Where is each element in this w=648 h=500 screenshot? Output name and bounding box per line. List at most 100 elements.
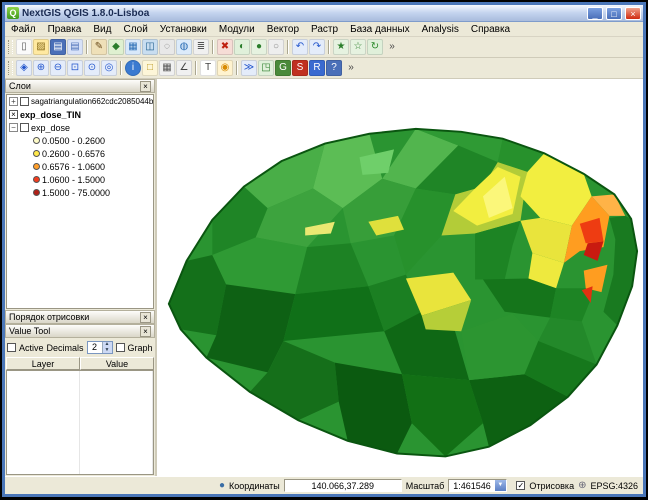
toolbar-handle[interactable] xyxy=(8,40,13,54)
map-canvas[interactable] xyxy=(157,79,643,476)
toolbar-handle[interactable] xyxy=(8,61,13,75)
legend-item[interactable]: 1.5000 - 75.0000 xyxy=(7,186,153,199)
layers-tree[interactable]: + sagatriangulation662cdc2085044b35... ×… xyxy=(6,94,154,309)
zoom-to-layer-button[interactable]: ⊙ xyxy=(84,60,100,76)
grass-toolbox-button[interactable]: G xyxy=(275,60,291,76)
open-project-button[interactable]: ▨ xyxy=(33,39,49,55)
menu-item-5[interactable]: Модули xyxy=(213,24,261,35)
close-icon[interactable]: × xyxy=(140,326,151,337)
value-column-header[interactable]: Value xyxy=(80,357,154,370)
measure-line-button[interactable]: ∠ xyxy=(176,60,192,76)
zoom-actual-size-button[interactable]: ◎ xyxy=(101,60,117,76)
menu-item-1[interactable]: Правка xyxy=(42,24,88,35)
legend-item[interactable]: 0.6576 - 1.0600 xyxy=(7,160,153,173)
save-project-as-button[interactable]: ▤ xyxy=(67,39,83,55)
saga-toolbox-icon: S xyxy=(297,63,304,73)
save-project-as-icon: ▤ xyxy=(70,42,79,52)
close-icon[interactable]: × xyxy=(140,312,151,323)
menu-item-4[interactable]: Установки xyxy=(154,24,213,35)
zoom-in-button[interactable]: ⊕ xyxy=(33,60,49,76)
overview-map-button[interactable]: ◐ xyxy=(234,39,250,55)
help-contents-icon: ? xyxy=(331,63,337,73)
titlebar[interactable]: Q NextGIS QGIS 1.8.0-Lisboa _ □ × xyxy=(5,5,643,22)
spinner-buttons[interactable]: ▲▼ xyxy=(102,342,112,353)
menu-item-9[interactable]: Analysis xyxy=(416,24,465,35)
graph-checkbox[interactable] xyxy=(116,343,125,352)
expander-icon[interactable]: − xyxy=(9,123,18,132)
mouse-position-icon[interactable]: ● xyxy=(219,481,225,491)
layer-item-sagatriangulation[interactable]: + sagatriangulation662cdc2085044b35... xyxy=(7,95,153,108)
layer-item-exp-dose[interactable]: − exp_dose xyxy=(7,121,153,134)
plugin-manager-button[interactable]: ◳ xyxy=(258,60,274,76)
add-postgis-layer-button[interactable]: ◫ xyxy=(142,39,158,55)
pan-map-button[interactable]: ◈ xyxy=(16,60,32,76)
zoom-to-layer-icon: ⊙ xyxy=(88,63,96,73)
layers-panel-title: Слои xyxy=(9,81,138,91)
add-vector-layer-icon: ◆ xyxy=(112,42,120,52)
menu-item-10[interactable]: Справка xyxy=(465,24,516,35)
identify-features-button[interactable]: i xyxy=(125,60,141,76)
python-console-button[interactable]: ≫ xyxy=(241,60,257,76)
toolbar-overflow-button[interactable]: » xyxy=(343,60,359,76)
add-spatialite-layer-icon: ◌ xyxy=(164,42,170,52)
expander-icon[interactable]: + xyxy=(9,97,18,106)
layer-checkbox[interactable] xyxy=(20,97,29,106)
minimize-button[interactable]: _ xyxy=(587,7,603,20)
chevron-down-icon[interactable]: ▼ xyxy=(495,480,506,491)
saga-toolbox-button[interactable]: S xyxy=(292,60,308,76)
zoom-actual-size-icon: ◎ xyxy=(105,63,114,73)
show-all-layers-button[interactable]: ● xyxy=(251,39,267,55)
menu-item-6[interactable]: Вектор xyxy=(261,24,305,35)
render-checkbox[interactable]: ✓ xyxy=(516,481,525,490)
menu-item-3[interactable]: Слой xyxy=(117,24,153,35)
zoom-out-button[interactable]: ⊖ xyxy=(50,60,66,76)
menu-item-0[interactable]: Файл xyxy=(5,24,42,35)
legend-item[interactable]: 0.2600 - 0.6576 xyxy=(7,147,153,160)
menu-item-2[interactable]: Вид xyxy=(87,24,117,35)
zoom-previous-button[interactable]: ↶ xyxy=(292,39,308,55)
toolbar-overflow-button[interactable]: » xyxy=(384,39,400,55)
maximize-button[interactable]: □ xyxy=(606,7,622,20)
statusbar: ● Координаты 140.066,37.289 Масштаб 1:46… xyxy=(5,476,643,494)
open-attribute-table-button[interactable]: ▦ xyxy=(159,60,175,76)
zoom-full-button[interactable]: ⊡ xyxy=(67,60,83,76)
add-delimited-text-layer-button[interactable]: ≣ xyxy=(193,39,209,55)
scale-combo[interactable]: 1:461546 ▼ xyxy=(448,479,507,492)
crs-icon[interactable]: ⊕ xyxy=(578,481,586,491)
new-bookmark-button[interactable]: ★ xyxy=(333,39,349,55)
new-project-button[interactable]: ▯ xyxy=(16,39,32,55)
scale-label: Масштаб xyxy=(406,481,445,491)
layer-item-exp-dose-tin[interactable]: × exp_dose_TIN xyxy=(7,108,153,121)
close-button[interactable]: × xyxy=(625,7,641,20)
spin-down-icon[interactable]: ▼ xyxy=(103,348,112,354)
toolbar-separator xyxy=(86,40,88,54)
save-project-button[interactable]: ▤ xyxy=(50,39,66,55)
add-vector-layer-button[interactable]: ◆ xyxy=(108,39,124,55)
show-bookmarks-button[interactable]: ☆ xyxy=(350,39,366,55)
close-icon[interactable]: × xyxy=(140,81,151,92)
zoom-next-button[interactable]: ↷ xyxy=(309,39,325,55)
decimals-spinner[interactable]: 2 ▲▼ xyxy=(87,341,113,354)
remove-layer-button[interactable]: ✖ xyxy=(217,39,233,55)
help-contents-button[interactable]: ? xyxy=(326,60,342,76)
text-annotation-button[interactable]: T xyxy=(200,60,216,76)
refresh-map-button[interactable]: ↻ xyxy=(367,39,383,55)
layer-checkbox[interactable] xyxy=(20,123,29,132)
menu-item-7[interactable]: Растр xyxy=(305,24,344,35)
add-wms-layer-button[interactable]: ◍ xyxy=(176,39,192,55)
layer-column-header[interactable]: Layer xyxy=(6,357,80,370)
map-tips-button[interactable]: ◉ xyxy=(217,60,233,76)
select-features-button[interactable]: □ xyxy=(142,60,158,76)
menu-item-8[interactable]: База данных xyxy=(344,24,416,35)
hide-all-layers-button[interactable]: ○ xyxy=(268,39,284,55)
r-console-button[interactable]: R xyxy=(309,60,325,76)
add-raster-layer-button[interactable]: ▦ xyxy=(125,39,141,55)
layer-checkbox[interactable]: × xyxy=(9,110,18,119)
add-spatialite-layer-button[interactable]: ◌ xyxy=(159,39,175,55)
legend-item[interactable]: 0.0500 - 0.2600 xyxy=(7,134,153,147)
coordinates-value[interactable]: 140.066,37.289 xyxy=(284,479,402,492)
active-checkbox[interactable] xyxy=(7,343,16,352)
new-vector-layer-icon: ✎ xyxy=(95,42,103,52)
legend-item[interactable]: 1.0600 - 1.5000 xyxy=(7,173,153,186)
new-vector-layer-button[interactable]: ✎ xyxy=(91,39,107,55)
